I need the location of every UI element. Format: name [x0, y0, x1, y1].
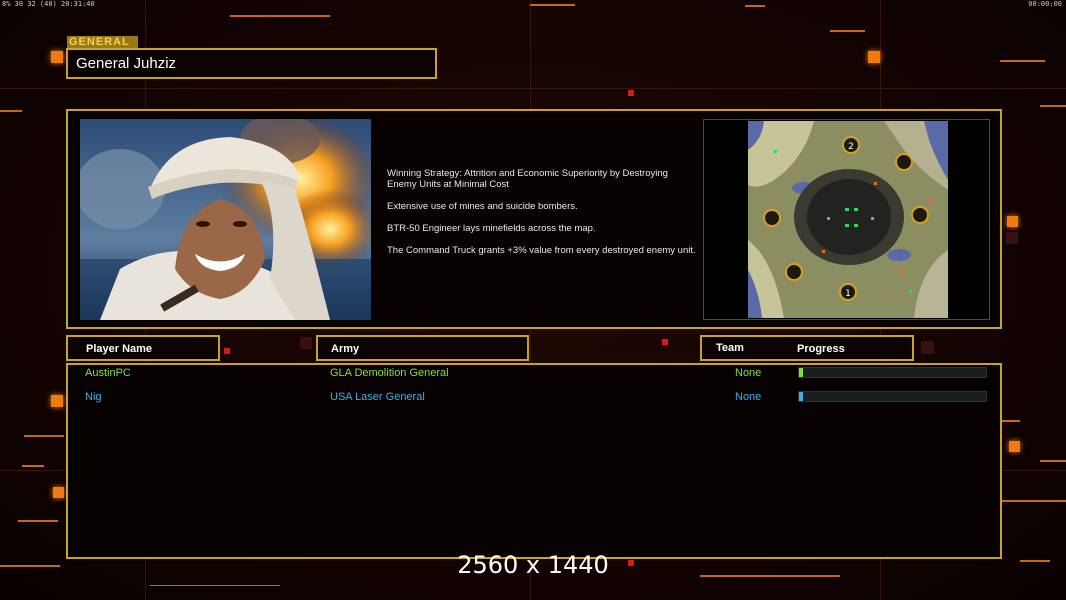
map-preview[interactable]: 2 1 [703, 119, 990, 320]
player-progress-bar [798, 391, 987, 402]
general-portrait [80, 119, 371, 320]
general-name: General Juhziz [76, 55, 177, 72]
player-progress-bar [798, 367, 987, 378]
description-line: Winning Strategy: Attrition and Economic… [387, 168, 668, 190]
header-army-label: Army [331, 343, 360, 355]
general-description: Winning Strategy: Attrition and Economic… [387, 168, 697, 267]
header-army[interactable]: Army [316, 335, 529, 361]
header-player-name[interactable]: Player Name [66, 335, 220, 361]
hud-clock: 00:00:00 [1028, 0, 1062, 8]
player-army: GLA Demolition General [330, 367, 449, 379]
header-team-progress: Team Progress [700, 335, 914, 361]
progress-fill [799, 368, 803, 377]
player-team: None [735, 391, 762, 403]
resolution-label: 2560 x 1440 [457, 551, 609, 579]
start-position-2: 2 [848, 142, 854, 152]
general-tag: GENERAL [67, 36, 138, 48]
description-line: BTR-50 Engineer lays minefields across t… [387, 223, 596, 234]
general-name-box: General Juhziz [66, 48, 437, 79]
description-line: Extensive use of mines and suicide bombe… [387, 201, 578, 212]
header-team-label[interactable]: Team [716, 342, 744, 354]
header-progress-label: Progress [797, 343, 845, 355]
player-army: USA Laser General [330, 391, 425, 403]
description-line: The Command Truck grants +3% value from … [387, 245, 696, 256]
player-team: None [735, 367, 762, 379]
start-position-1: 1 [845, 289, 851, 299]
header-player-name-label: Player Name [86, 343, 153, 355]
player-name: AustinPC [85, 367, 131, 379]
player-name: Nig [85, 391, 102, 403]
progress-fill [799, 392, 803, 401]
hud-stats: 8% 30 32 (40) 20:31:40 [2, 0, 95, 8]
